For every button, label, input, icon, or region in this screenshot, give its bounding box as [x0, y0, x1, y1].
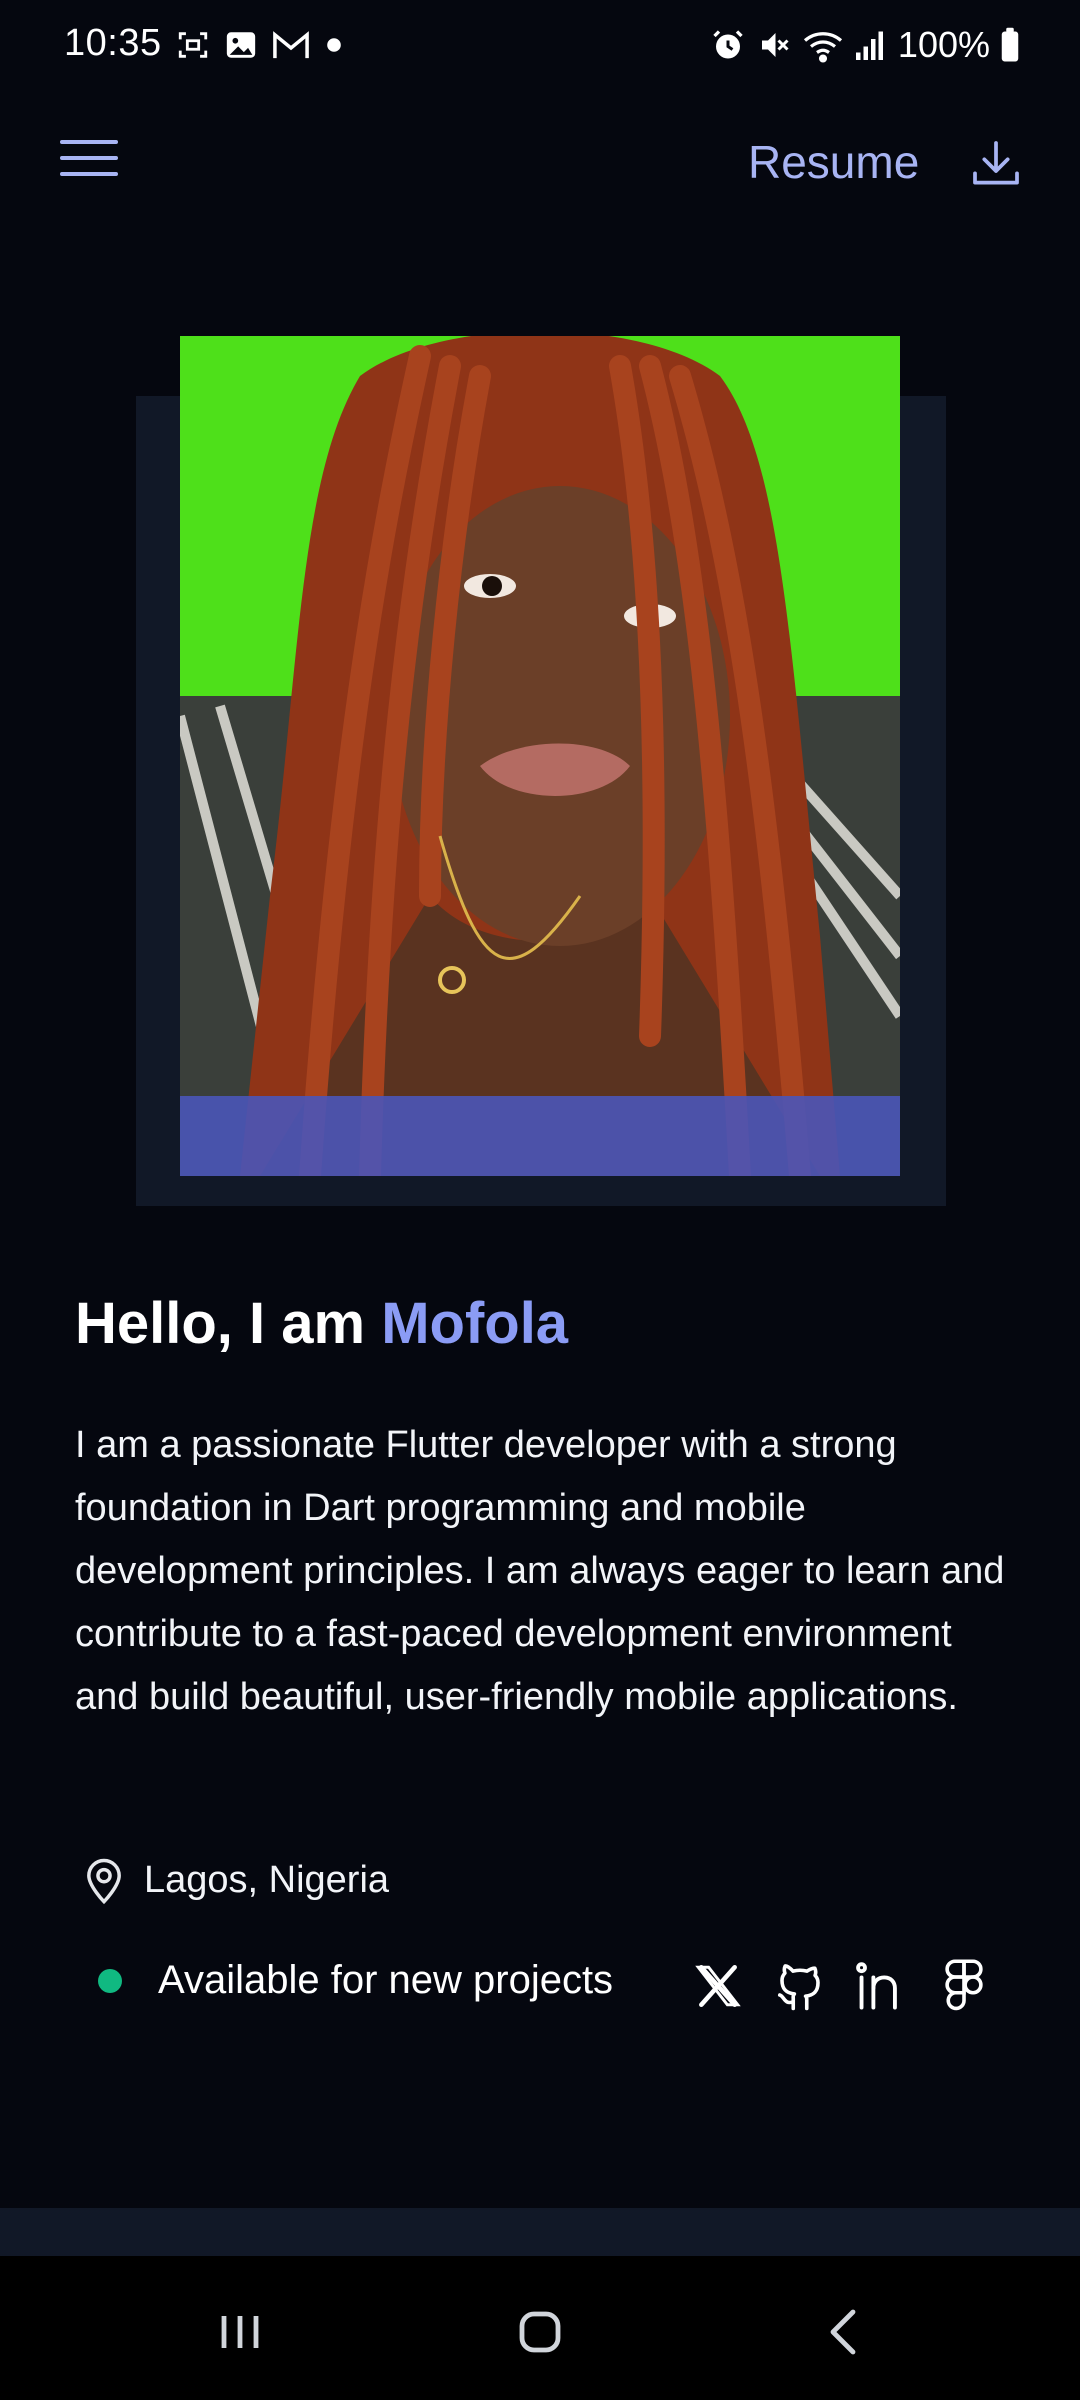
dot-icon — [327, 38, 341, 52]
system-navigation-bar — [0, 2256, 1080, 2400]
back-icon[interactable] — [805, 2292, 885, 2372]
signal-icon — [855, 31, 883, 60]
status-system-icons: 100% — [710, 24, 1020, 66]
availability-row: Available for new projects — [98, 1958, 613, 2003]
screenshot-icon — [178, 32, 208, 58]
status-bar: 10:35 100% — [0, 0, 1080, 96]
github-icon[interactable] — [772, 1958, 828, 2014]
availability-text: Available for new projects — [158, 1958, 614, 2002]
social-links — [690, 1958, 992, 2014]
mute-icon — [761, 33, 789, 57]
download-icon[interactable] — [968, 136, 1024, 192]
footer-section-edge — [0, 2208, 1080, 2256]
location-text: Lagos, Nigeria — [144, 1858, 390, 1901]
status-notification-icons — [176, 28, 344, 62]
battery-percentage: 100% — [897, 24, 990, 65]
bio-text: I am a passionate Flutter developer with… — [75, 1424, 1005, 1718]
status-time: 10:35 — [64, 22, 162, 64]
alarm-icon — [713, 30, 743, 59]
linkedin-icon[interactable] — [854, 1958, 910, 2014]
recents-icon[interactable] — [200, 2292, 280, 2372]
wifi-icon — [803, 32, 842, 63]
location-pin-icon — [87, 1858, 121, 1905]
home-icon[interactable] — [500, 2292, 580, 2372]
x-icon[interactable] — [690, 1958, 746, 2014]
profile-photo — [180, 336, 900, 1176]
location-row: Lagos, Nigeria — [78, 1852, 389, 1908]
resume-button[interactable]: Resume — [748, 130, 919, 194]
greeting-prefix: Hello, I am — [75, 1291, 382, 1356]
hamburger-menu-icon[interactable] — [60, 140, 118, 182]
battery-icon — [1001, 27, 1019, 62]
gallery-icon — [226, 32, 256, 58]
figma-icon[interactable] — [936, 1958, 992, 2014]
gmail-icon — [273, 31, 309, 59]
availability-status-dot — [98, 1968, 122, 1993]
name-highlight: Mofola — [381, 1291, 569, 1356]
greeting-heading: Hello, I am Mofola — [75, 1290, 568, 1357]
